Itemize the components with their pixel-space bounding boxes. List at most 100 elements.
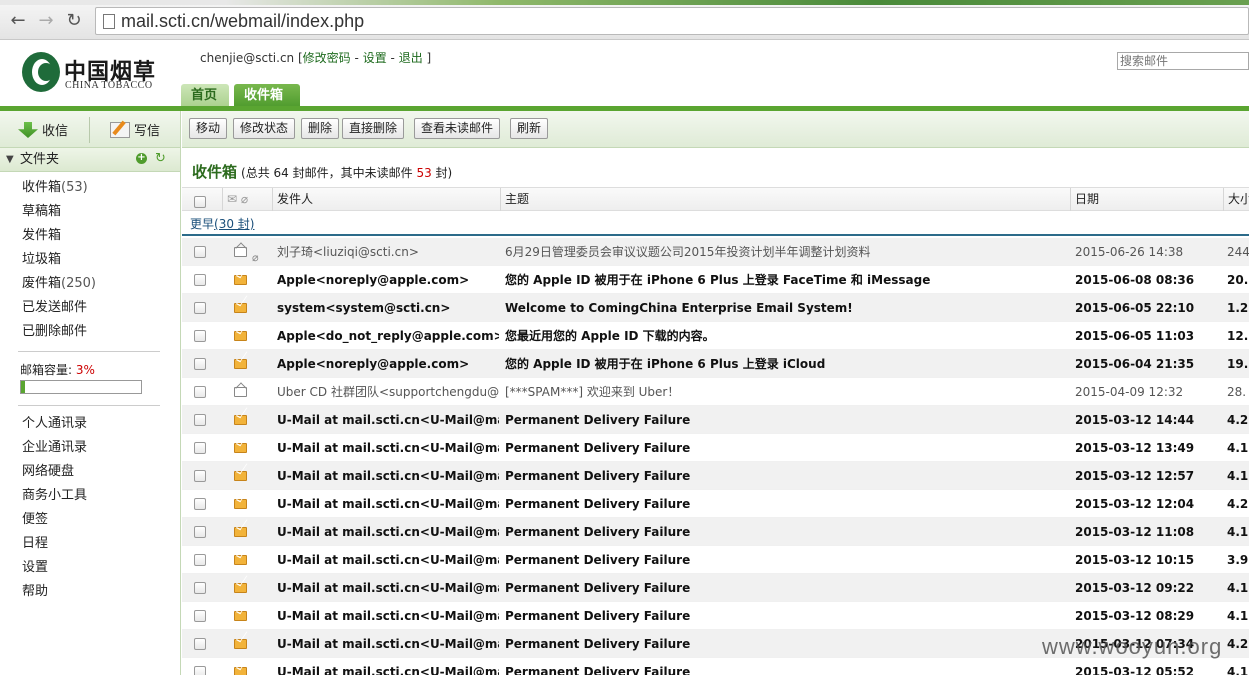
row-subject[interactable]: 您的 Apple ID 被用于在 iPhone 6 Plus 上登录 FaceT… [505, 266, 1065, 293]
table-row[interactable]: U-Mail at mail.scti.cn<U-Mail@mail.sctiP… [182, 434, 1249, 462]
row-subject[interactable]: Permanent Delivery Failure [505, 518, 1065, 545]
folder-drafts[interactable]: 草稿箱 [22, 203, 96, 227]
row-checkbox[interactable] [194, 302, 206, 314]
row-checkbox[interactable] [194, 498, 206, 510]
row-subject[interactable]: 您最近用您的 Apple ID 下载的内容。 [505, 322, 1065, 349]
row-from[interactable]: U-Mail at mail.scti.cn<U-Mail@mail.scti [277, 602, 499, 629]
tab-inbox[interactable]: 收件箱 [234, 84, 300, 108]
add-folder-icon[interactable]: + [136, 153, 147, 164]
tool-calendar[interactable]: 日程 [22, 535, 87, 559]
row-checkbox[interactable] [194, 414, 206, 426]
row-from[interactable]: Apple<noreply@apple.com> [277, 266, 499, 293]
table-row[interactable]: Uber CD 社群团队<supportchengdu@ub [***SPAM**… [182, 378, 1249, 406]
reload-icon[interactable]: ↻ [64, 11, 84, 31]
search-input[interactable] [1117, 52, 1249, 70]
view-unread-button[interactable]: 查看未读邮件 [414, 118, 501, 139]
row-checkbox[interactable] [194, 526, 206, 538]
folder-sent[interactable]: 已发送邮件 [22, 299, 96, 323]
row-subject[interactable]: Permanent Delivery Failure [505, 630, 1065, 657]
row-from[interactable]: U-Mail at mail.scti.cn<U-Mail@mail.scti [277, 574, 499, 601]
refresh-button[interactable]: 刷新 [510, 118, 549, 139]
forward-arrow-icon[interactable]: → [36, 11, 56, 31]
row-checkbox[interactable] [194, 246, 206, 258]
table-row[interactable]: U-Mail at mail.scti.cn<U-Mail@mail.sctiP… [182, 518, 1249, 546]
back-arrow-icon[interactable]: ← [8, 11, 28, 31]
table-row[interactable]: U-Mail at mail.scti.cn<U-Mail@mail.sctiP… [182, 546, 1249, 574]
tool-settings[interactable]: 设置 [22, 559, 87, 583]
tab-home[interactable]: 首页 [181, 84, 229, 108]
row-checkbox[interactable] [194, 638, 206, 650]
table-row[interactable]: U-Mail at mail.scti.cn<U-Mail@mail.sctiP… [182, 602, 1249, 630]
row-subject[interactable]: Permanent Delivery Failure [505, 406, 1065, 433]
row-subject[interactable]: Welcome to ComingChina Enterprise Email … [505, 294, 1065, 321]
folder-deleted[interactable]: 已删除邮件 [22, 323, 96, 347]
row-from[interactable]: Uber CD 社群团队<supportchengdu@ub [277, 378, 499, 405]
tool-help[interactable]: 帮助 [22, 583, 87, 607]
row-subject[interactable]: Permanent Delivery Failure [505, 602, 1065, 629]
folder-trash[interactable]: 废件箱(250) [22, 275, 96, 299]
row-from[interactable]: U-Mail at mail.scti.cn<U-Mail@mail.scti [277, 406, 499, 433]
row-subject[interactable]: Permanent Delivery Failure [505, 658, 1065, 675]
date-column[interactable]: 日期 [1070, 188, 1223, 211]
chevron-down-icon[interactable]: ▼ [6, 148, 14, 171]
row-subject[interactable]: Permanent Delivery Failure [505, 574, 1065, 601]
change-password-link[interactable]: 修改密码 [303, 51, 351, 65]
folders-header[interactable]: ▼ 文件夹 + ↻ [0, 148, 180, 172]
table-row[interactable]: U-Mail at mail.scti.cn<U-Mail@mail.sctiP… [182, 490, 1249, 518]
refresh-folders-icon[interactable]: ↻ [155, 151, 166, 167]
compose-button[interactable]: 写信 [110, 120, 160, 140]
row-checkbox[interactable] [194, 358, 206, 370]
row-checkbox[interactable] [194, 666, 206, 675]
url-text[interactable]: mail.scti.cn/webmail/index.php [121, 11, 364, 32]
table-row[interactable]: U-Mail at mail.scti.cn<U-Mail@mail.sctiP… [182, 574, 1249, 602]
table-row[interactable]: Apple<noreply@apple.com> 您的 Apple ID 被用于在… [182, 266, 1249, 294]
row-from[interactable]: U-Mail at mail.scti.cn<U-Mail@mail.scti [277, 658, 499, 675]
table-row[interactable]: U-Mail at mail.scti.cn<U-Mail@mail.sctiP… [182, 462, 1249, 490]
status-column[interactable]: ✉ ⌀ [222, 188, 272, 211]
folder-outbox[interactable]: 发件箱 [22, 227, 96, 251]
folder-inbox[interactable]: 收件箱(53) [22, 179, 96, 203]
row-from[interactable]: Apple<noreply@apple.com> [277, 350, 499, 377]
address-bar[interactable]: mail.scti.cn/webmail/index.php [95, 7, 1249, 35]
row-from[interactable]: U-Mail at mail.scti.cn<U-Mail@mail.scti [277, 546, 499, 573]
subject-column[interactable]: 主题 [500, 188, 1070, 211]
logout-link[interactable]: 退出 [399, 51, 423, 65]
row-subject[interactable]: [***SPAM***] 欢迎来到 Uber！ [505, 378, 1065, 405]
from-column[interactable]: 发件人 [272, 188, 500, 211]
row-from[interactable]: 刘子琦<liuziqi@scti.cn> [277, 238, 499, 265]
table-row[interactable]: Apple<noreply@apple.com> 您的 Apple ID 被用于在… [182, 350, 1249, 378]
row-from[interactable]: U-Mail at mail.scti.cn<U-Mail@mail.scti [277, 518, 499, 545]
row-checkbox[interactable] [194, 582, 206, 594]
size-column[interactable]: 大小 [1223, 188, 1249, 211]
row-checkbox[interactable] [194, 274, 206, 286]
table-row[interactable]: U-Mail at mail.scti.cn<U-Mail@mail.scti P… [182, 658, 1249, 675]
row-from[interactable]: system<system@scti.cn> [277, 294, 499, 321]
row-subject[interactable]: 您的 Apple ID 被用于在 iPhone 6 Plus 上登录 iClou… [505, 350, 1065, 377]
table-row[interactable]: system<system@scti.cn> Welcome to ComingC… [182, 294, 1249, 322]
table-row[interactable]: ⌀ 刘子琦<liuziqi@scti.cn> 6月29日管理委员会审议议题公司201… [182, 238, 1249, 266]
row-checkbox[interactable] [194, 330, 206, 342]
group-count-link[interactable]: (30 封) [214, 217, 254, 231]
row-checkbox[interactable] [194, 554, 206, 566]
row-from[interactable]: U-Mail at mail.scti.cn<U-Mail@mail.scti [277, 462, 499, 489]
row-subject[interactable]: 6月29日管理委员会审议议题公司2015年投资计划半年调整计划资料 [505, 238, 1065, 265]
row-subject[interactable]: Permanent Delivery Failure [505, 490, 1065, 517]
row-from[interactable]: U-Mail at mail.scti.cn<U-Mail@mail.scti [277, 434, 499, 461]
row-from[interactable]: Apple<do_not_reply@apple.com> [277, 322, 499, 349]
row-checkbox[interactable] [194, 386, 206, 398]
row-subject[interactable]: Permanent Delivery Failure [505, 462, 1065, 489]
row-checkbox[interactable] [194, 442, 206, 454]
settings-link[interactable]: 设置 [363, 51, 387, 65]
row-checkbox[interactable] [194, 470, 206, 482]
change-status-button[interactable]: 修改状态 [233, 118, 296, 139]
tool-business-tools[interactable]: 商务小工具 [22, 487, 87, 511]
tool-network-disk[interactable]: 网络硬盘 [22, 463, 87, 487]
tool-enterprise-contacts[interactable]: 企业通讯录 [22, 439, 87, 463]
delete-button[interactable]: 删除 [301, 118, 340, 139]
move-button[interactable]: 移动 [189, 118, 228, 139]
row-subject[interactable]: Permanent Delivery Failure [505, 434, 1065, 461]
permanent-delete-button[interactable]: 直接删除 [342, 118, 405, 139]
select-all-checkbox[interactable] [194, 196, 206, 208]
row-checkbox[interactable] [194, 610, 206, 622]
row-subject[interactable]: Permanent Delivery Failure [505, 546, 1065, 573]
